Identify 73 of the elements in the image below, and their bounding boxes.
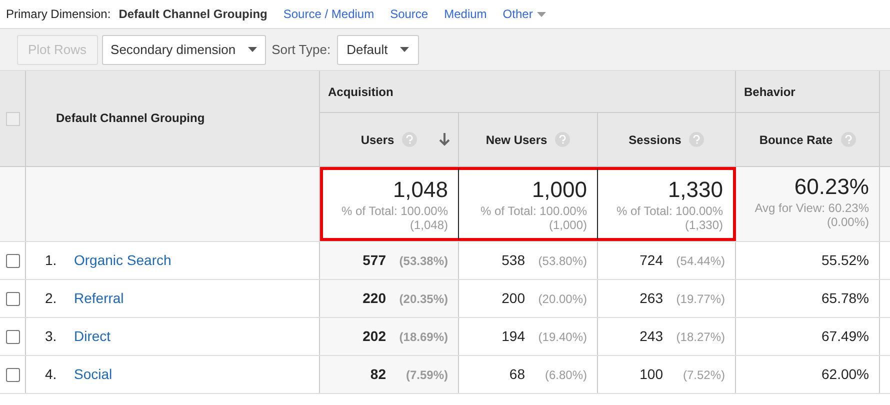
sort-arrow-icon[interactable] <box>439 133 450 146</box>
total-note: (1,048) <box>410 218 448 232</box>
channel-link[interactable]: Referral <box>74 288 124 309</box>
dimension-option[interactable]: Default Channel Grouping <box>118 5 268 23</box>
percent-of-total: (18.69%) <box>398 328 448 346</box>
percent-of-total: (19.40%) <box>537 328 587 346</box>
caret-icon <box>248 47 257 52</box>
table-cell-text: 62.00% <box>822 365 869 384</box>
column-group-header: Acquisition <box>328 84 394 100</box>
total-value: 1,048 <box>392 176 448 204</box>
sort-type-dropdown[interactable]: Default <box>336 34 419 64</box>
table-cell-text: 67.49% <box>822 327 869 346</box>
total-note: (0.00%) <box>826 215 869 229</box>
column-header: Default Channel Grouping <box>56 110 205 126</box>
dimension-option[interactable]: Source / Medium <box>283 5 374 23</box>
percent-of-total: (18.27%) <box>675 328 725 346</box>
checkbox[interactable] <box>6 330 20 344</box>
dimension-option[interactable]: Source <box>390 5 428 23</box>
table-cell-text: 577 <box>362 251 386 270</box>
dimension-option[interactable]: Medium <box>444 5 487 23</box>
row-index: 4. <box>45 365 57 384</box>
row-index: 3. <box>45 327 57 346</box>
secondary-dimension-dropdown[interactable]: Secondary dimension <box>102 34 266 64</box>
select-all-checkbox[interactable] <box>6 112 20 126</box>
column-header[interactable]: New Users <box>486 130 548 148</box>
table-cell-text: 100 <box>640 365 663 384</box>
total-note: Avg for View: 60.23% <box>754 201 869 215</box>
table-cell-text: 68 <box>509 365 525 384</box>
table-cell-text: 220 <box>362 289 386 308</box>
column-header[interactable]: Bounce Rate <box>759 130 833 148</box>
caret-icon <box>400 47 409 52</box>
channel-link[interactable]: Organic Search <box>74 250 172 271</box>
primary-dimension-label: Primary Dimension: <box>6 6 111 23</box>
table-cell-text: 65.78% <box>822 289 869 308</box>
channel-link[interactable]: Social <box>74 364 112 385</box>
dimension-option[interactable]: Other <box>502 5 546 23</box>
percent-of-total: (6.80%) <box>544 366 587 384</box>
total-value: 1,000 <box>532 176 587 204</box>
table-cell-text: 202 <box>362 327 386 346</box>
caret-icon <box>536 12 546 16</box>
percent-of-total: (7.59%) <box>404 366 448 384</box>
percent-of-total: (19.77%) <box>675 290 725 308</box>
table-cell-text: 200 <box>502 289 525 308</box>
table-cell-text: 194 <box>502 327 525 346</box>
table-cell-text: 55.52% <box>822 251 869 270</box>
checkbox[interactable] <box>6 292 20 306</box>
total-note: % of Total: 100.00% <box>616 204 723 218</box>
sort-type-label: Sort Type: <box>272 40 331 59</box>
total-note: (1,000) <box>548 218 587 232</box>
table-cell-text: 82 <box>370 365 386 384</box>
total-value: 1,330 <box>668 176 723 204</box>
percent-of-total: (7.52%) <box>682 366 725 384</box>
column-group-header: Behavior <box>744 84 796 100</box>
total-value: 60.23% <box>794 173 869 201</box>
row-index: 2. <box>45 289 57 308</box>
column-header[interactable]: Users <box>360 130 394 148</box>
percent-of-total: (53.38%) <box>398 252 448 270</box>
total-note: % of Total: 100.00% <box>480 204 587 218</box>
percent-of-total: (53.80%) <box>537 252 587 270</box>
percent-of-total: (54.44%) <box>675 252 725 270</box>
checkbox[interactable] <box>6 254 20 268</box>
table-cell-text: 263 <box>640 289 663 308</box>
row-index: 1. <box>45 251 57 270</box>
percent-of-total: (20.35%) <box>398 290 448 308</box>
table-cell-text: 538 <box>502 251 525 270</box>
checkbox[interactable] <box>6 368 20 382</box>
table-cell-text: 724 <box>640 251 663 270</box>
column-header[interactable]: Sessions <box>628 130 682 148</box>
percent-of-total: (20.00%) <box>537 290 587 308</box>
total-note: % of Total: 100.00% <box>341 204 448 218</box>
table-cell-text: 243 <box>640 327 663 346</box>
total-note: (1,330) <box>684 218 723 232</box>
channel-link[interactable]: Direct <box>74 326 111 347</box>
